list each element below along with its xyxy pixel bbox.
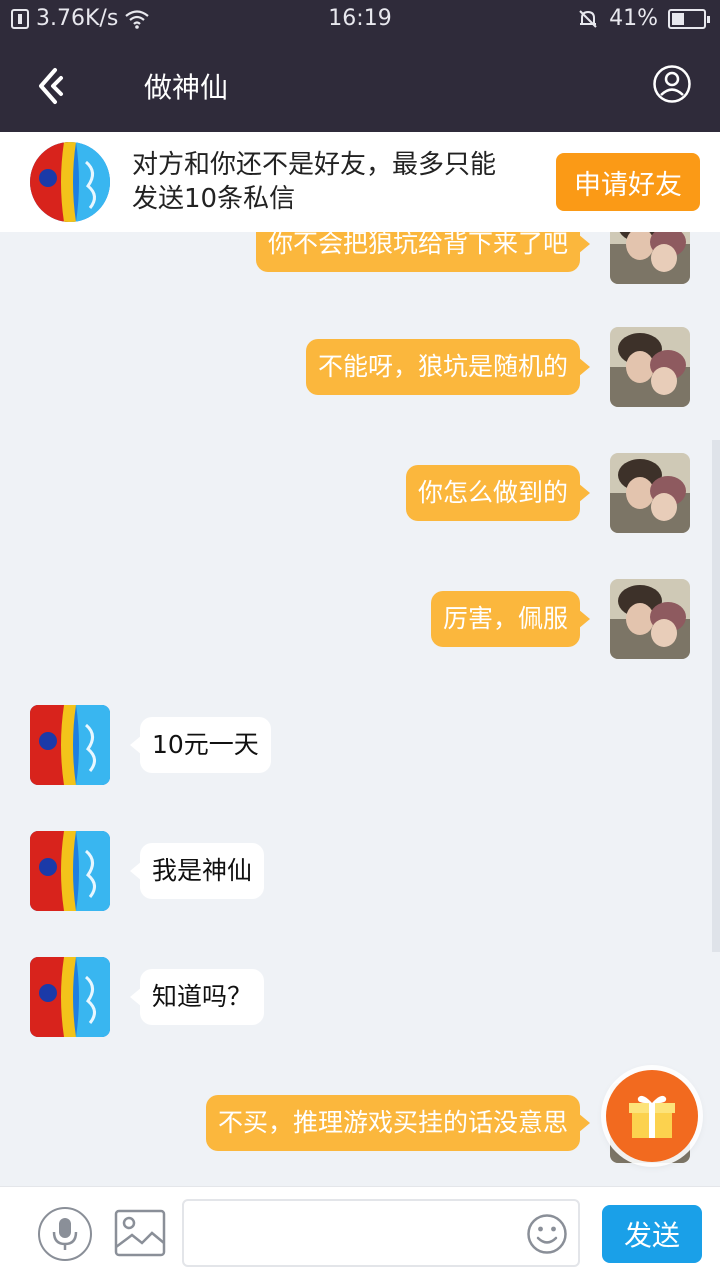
image-icon bbox=[114, 1209, 166, 1257]
scrollbar[interactable] bbox=[712, 440, 720, 952]
nav-bar: 做神仙 bbox=[0, 38, 720, 132]
microphone-icon bbox=[52, 1218, 78, 1250]
outgoing-message: 不能呀，狼坑是随机的 bbox=[0, 327, 720, 407]
incoming-message: 知道吗？ bbox=[0, 957, 720, 1037]
gift-icon bbox=[629, 1095, 675, 1138]
send-button[interactable]: 发送 bbox=[602, 1205, 702, 1263]
my-avatar[interactable] bbox=[610, 579, 690, 659]
user-photo-avatar bbox=[610, 327, 690, 407]
outgoing-message: 你不会把狼坑给背下来了吧 bbox=[0, 232, 720, 284]
message-bubble[interactable]: 知道吗？ bbox=[129, 969, 265, 1025]
message-input[interactable] bbox=[182, 1199, 580, 1267]
profile-button[interactable] bbox=[652, 64, 692, 104]
colorful-avatar-image bbox=[30, 957, 110, 1037]
message-bubble[interactable]: 厉害，佩服 bbox=[430, 591, 591, 647]
image-button[interactable] bbox=[114, 1207, 166, 1259]
notice-line-1: 对方和你还不是好友，最多只能 bbox=[132, 150, 497, 180]
colorful-avatar-image bbox=[30, 831, 110, 911]
contact-avatar[interactable] bbox=[30, 142, 110, 222]
emoji-icon bbox=[527, 1214, 567, 1254]
back-icon bbox=[39, 68, 63, 104]
message-bubble[interactable]: 我是神仙 bbox=[129, 843, 265, 899]
user-photo-avatar bbox=[610, 453, 690, 533]
user-photo-avatar bbox=[610, 232, 690, 284]
outgoing-message: 厉害，佩服 bbox=[0, 579, 720, 659]
my-avatar[interactable] bbox=[610, 232, 690, 284]
page-title: 做神仙 bbox=[144, 71, 229, 104]
notice-line-2: 发送10条私信 bbox=[132, 184, 296, 214]
add-friend-button[interactable]: 申请好友 bbox=[556, 153, 700, 211]
outgoing-message: 你怎么做到的 bbox=[0, 453, 720, 533]
gift-button[interactable] bbox=[606, 1070, 698, 1162]
contact-avatar[interactable] bbox=[30, 705, 110, 785]
contact-avatar[interactable] bbox=[30, 957, 110, 1037]
friend-notice-banner: 对方和你还不是好友，最多只能 发送10条私信 申请好友 bbox=[0, 132, 720, 232]
status-right: 41% bbox=[577, 6, 710, 31]
profile-icon bbox=[653, 65, 691, 103]
my-avatar[interactable] bbox=[610, 453, 690, 533]
back-button[interactable] bbox=[28, 62, 76, 110]
friend-limit-notice: 对方和你还不是好友，最多只能 发送10条私信 bbox=[132, 148, 542, 216]
incoming-message: 我是神仙 bbox=[0, 831, 720, 911]
battery-percent: 41% bbox=[609, 6, 658, 31]
colorful-avatar-image bbox=[30, 705, 110, 785]
battery-fill bbox=[672, 12, 684, 25]
chat-message-list[interactable]: 你不会把狼坑给背下来了吧不能呀，狼坑是随机的你怎么做到的厉害，佩服 10元一天我是… bbox=[0, 232, 720, 1186]
my-avatar[interactable] bbox=[610, 327, 690, 407]
status-bar: 3.76K/s 16:19 41% bbox=[0, 0, 720, 38]
message-bubble[interactable]: 不能呀，狼坑是随机的 bbox=[305, 339, 591, 395]
contact-avatar[interactable] bbox=[30, 831, 110, 911]
message-bubble[interactable]: 不买，推理游戏买挂的话没意思 bbox=[205, 1095, 591, 1151]
colorful-avatar-image bbox=[30, 142, 110, 222]
message-bubble[interactable]: 你怎么做到的 bbox=[405, 465, 591, 521]
mute-bell-icon bbox=[579, 9, 597, 28]
battery-icon bbox=[668, 8, 710, 29]
message-bubble[interactable]: 10元一天 bbox=[130, 717, 271, 773]
user-photo-avatar bbox=[610, 579, 690, 659]
message-bubble[interactable]: 你不会把狼坑给背下来了吧 bbox=[255, 232, 591, 272]
voice-button[interactable] bbox=[38, 1207, 92, 1261]
incoming-message: 10元一天 bbox=[0, 705, 720, 785]
emoji-button[interactable] bbox=[526, 1213, 568, 1255]
message-input-bar: 发送 bbox=[0, 1186, 720, 1280]
